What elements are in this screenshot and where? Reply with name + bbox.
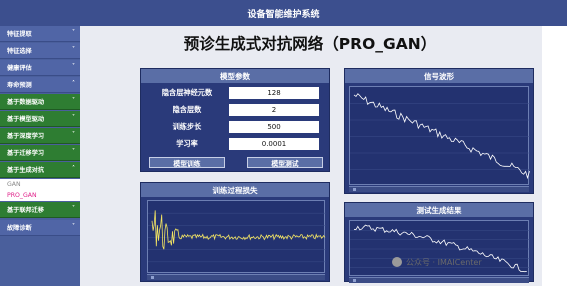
sidebar-item-6[interactable]: 基于深度学习 ˅ <box>0 128 80 144</box>
sidebar-item-3[interactable]: 寿命预测 ˄ <box>0 77 80 93</box>
param-input[interactable]: 2 <box>229 104 319 116</box>
param-row: 训练步长 500 <box>141 120 325 135</box>
param-label: 训练步长 <box>172 122 202 131</box>
signal-waveform-panel: 信号波形 <box>344 68 534 194</box>
app-window: 设备智能维护系统 特征提取 ˅ 特征选择 ˅ 健康评估 ˅ 寿命预测 ˄ 基于数据驱动 ˅ 基于模型… <box>0 0 567 286</box>
sidebar: 特征提取 ˅ 特征选择 ˅ 健康评估 ˅ 寿命预测 ˄ 基于数据驱动 ˅ 基于模型驱动 ˅ 基于深度学习… <box>0 26 80 286</box>
param-label: 隐含层数 <box>172 105 202 114</box>
test-result-header: 测试生成结果 <box>345 203 533 217</box>
main-area: 预诊生成式对抗网络（PRO_GAN） 模型参数 隐含层神经元数 128 隐含层数 2 训… <box>80 26 542 286</box>
param-row: 学习率 0.0001 <box>141 137 325 152</box>
sidebar-item-label: 特征提取 <box>7 31 32 38</box>
loss-scrollbar[interactable] <box>147 274 325 280</box>
signal-waveform-header: 信号波形 <box>345 69 533 83</box>
sidebar-item-label: 健康评估 <box>7 65 32 72</box>
param-label: 隐含层神经元数 <box>161 88 213 97</box>
sidebar-item-label: PRO_GAN <box>7 191 37 199</box>
chevron-down-icon: ˅ <box>72 148 75 155</box>
chevron-down-icon: ˅ <box>72 205 75 212</box>
signal-trace <box>353 93 530 180</box>
param-input[interactable]: 500 <box>229 121 319 133</box>
sidebar-item-label: 基于模型驱动 <box>7 116 45 123</box>
param-input[interactable]: 128 <box>229 87 319 99</box>
chevron-down-icon: ˅ <box>72 29 75 36</box>
chevron-up-icon: ˄ <box>72 165 75 172</box>
chevron-up-icon: ˄ <box>72 80 75 87</box>
signal-plot <box>349 86 530 185</box>
chevron-down-icon: ˅ <box>72 131 75 138</box>
chevron-down-icon: ˅ <box>72 114 75 121</box>
loss-trace <box>151 210 326 250</box>
sidebar-item-5[interactable]: 基于模型驱动 ˅ <box>0 111 80 127</box>
page-title: 预诊生成式对抗网络（PRO_GAN） <box>183 35 437 53</box>
loss-scroll-thumb[interactable] <box>151 276 154 279</box>
wechat-icon <box>392 257 402 267</box>
model-params-header: 模型参数 <box>141 69 329 83</box>
training-loss-header: 训练过程损失 <box>141 183 329 197</box>
param-input[interactable]: 0.0001 <box>229 138 319 150</box>
loss-plot-svg <box>148 210 326 263</box>
sidebar-item-2[interactable]: 健康评估 ˅ <box>0 60 80 76</box>
window-title: 设备智能维护系统 <box>0 0 567 26</box>
model-params-panel: 模型参数 隐含层神经元数 128 隐含层数 2 训练步长 500 学习率 0.0001 模型训… <box>140 68 330 172</box>
sidebar-item-label: 特征选择 <box>7 48 32 55</box>
sidebar-item-label: 寿命预测 <box>7 82 32 89</box>
result-scroll-thumb[interactable] <box>353 279 356 282</box>
sidebar-item-label: 故障诊断 <box>7 225 32 232</box>
param-label: 学习率 <box>176 139 198 148</box>
chevron-down-icon: ˅ <box>72 63 75 70</box>
result-scrollbar[interactable] <box>349 277 529 283</box>
sidebar-item-11[interactable]: 基于联邦迁移 ˅ <box>0 202 80 218</box>
chevron-down-icon: ˅ <box>72 223 75 230</box>
sidebar-item-label: GAN <box>7 180 21 188</box>
sidebar-item-10[interactable]: PRO_GAN <box>0 189 80 201</box>
chevron-down-icon: ˅ <box>72 97 75 104</box>
chevron-down-icon: ˅ <box>72 46 75 53</box>
signal-plot-svg <box>350 93 530 180</box>
sidebar-item-label: 基于数据驱动 <box>7 99 45 106</box>
sidebar-item-label: 基于迁移学习 <box>7 150 45 157</box>
watermark: 公众号 · IMAICenter <box>392 255 552 269</box>
loss-plot <box>147 200 326 273</box>
sidebar-item-label: 基于生成对抗 <box>7 167 45 174</box>
sidebar-item-label: 基于深度学习 <box>7 133 45 140</box>
test-result-panel: 测试生成结果 <box>344 202 534 283</box>
param-row: 隐含层数 2 <box>141 103 325 118</box>
sidebar-item-label: 基于联邦迁移 <box>7 207 45 214</box>
sidebar-item-0[interactable]: 特征提取 ˅ <box>0 26 80 42</box>
sidebar-item-12[interactable]: 故障诊断 ˅ <box>0 220 80 236</box>
training-loss-panel: 训练过程损失 <box>140 182 330 282</box>
test-model-button[interactable]: 模型测试 <box>247 157 323 168</box>
watermark-text: 公众号 · IMAICenter <box>406 257 482 267</box>
sidebar-item-1[interactable]: 特征选择 ˅ <box>0 43 80 59</box>
param-row: 隐含层神经元数 128 <box>141 86 325 101</box>
sidebar-item-8[interactable]: 基于生成对抗 ˄ <box>0 162 80 178</box>
sidebar-item-4[interactable]: 基于数据驱动 ˅ <box>0 94 80 110</box>
sidebar-item-7[interactable]: 基于迁移学习 ˅ <box>0 145 80 161</box>
train-model-button[interactable]: 模型训练 <box>149 157 225 168</box>
right-margin <box>542 26 567 286</box>
signal-scrollbar[interactable] <box>349 186 529 192</box>
signal-scroll-thumb[interactable] <box>353 188 356 191</box>
sidebar-item-9[interactable]: GAN <box>0 179 80 189</box>
